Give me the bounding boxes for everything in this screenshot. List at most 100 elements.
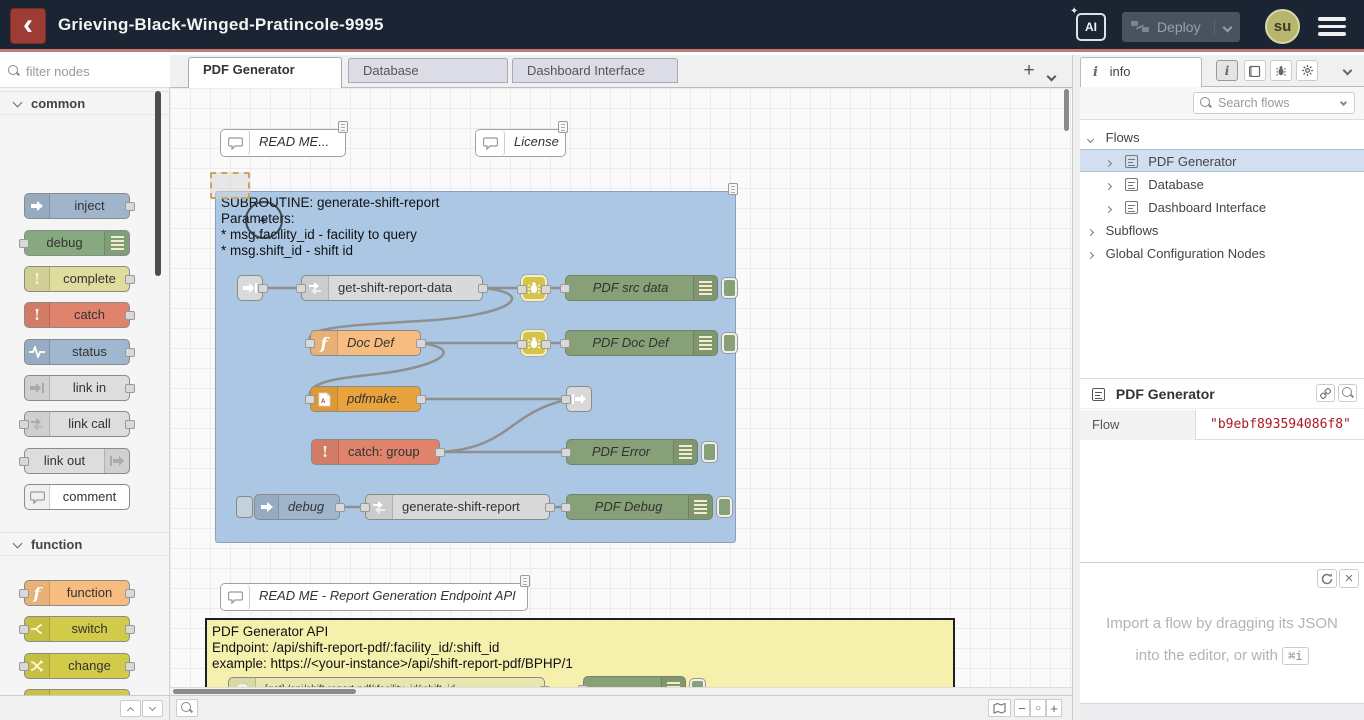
node-doc-def[interactable]: f Doc Def bbox=[310, 330, 421, 356]
canvas-horizontal-scrollbar[interactable] bbox=[170, 687, 1072, 695]
tree-item-dashboard-interface[interactable]: Dashboard Interface bbox=[1080, 196, 1364, 219]
node-pdf-error[interactable]: PDF Error bbox=[566, 439, 698, 465]
app-logo-icon[interactable]: ‹ bbox=[10, 8, 46, 44]
palette-node-link-call[interactable]: link call bbox=[24, 411, 130, 437]
user-avatar[interactable]: su bbox=[1265, 9, 1300, 44]
input-port[interactable] bbox=[19, 420, 29, 429]
input-port[interactable] bbox=[561, 503, 571, 512]
main-menu-button[interactable] bbox=[1318, 17, 1346, 37]
palette-scrollbar[interactable] bbox=[155, 91, 161, 276]
tree-flows[interactable]: Flows bbox=[1080, 126, 1364, 149]
palette-node-inject[interactable]: inject bbox=[24, 193, 130, 219]
output-port[interactable] bbox=[416, 395, 426, 404]
scrollbar-thumb[interactable] bbox=[173, 689, 356, 694]
deploy-dropdown[interactable] bbox=[1214, 19, 1231, 35]
input-port[interactable] bbox=[517, 340, 527, 349]
input-port[interactable] bbox=[561, 448, 571, 457]
palette-category-function[interactable]: function bbox=[0, 532, 170, 556]
flow-canvas[interactable]: SUBROUTINE: generate-shift-report Parame… bbox=[170, 88, 1072, 695]
tree-subflows[interactable]: Subflows bbox=[1080, 219, 1364, 242]
node-link-out[interactable] bbox=[566, 386, 592, 412]
canvas-vertical-scrollbar[interactable] bbox=[1064, 89, 1069, 131]
palette-category-common[interactable]: common bbox=[0, 91, 170, 115]
node-pdf-doc-def[interactable]: PDF Doc Def bbox=[565, 330, 718, 356]
copy-link-button[interactable] bbox=[1316, 384, 1335, 402]
input-port[interactable] bbox=[517, 285, 527, 294]
output-port[interactable] bbox=[125, 311, 135, 320]
sidebar-help-button[interactable] bbox=[1244, 60, 1266, 81]
input-port[interactable] bbox=[360, 503, 370, 512]
output-port[interactable] bbox=[125, 384, 135, 393]
zoom-out-button[interactable]: − bbox=[1014, 699, 1030, 717]
zoom-in-button[interactable]: + bbox=[1046, 699, 1062, 717]
palette-node-status[interactable]: status bbox=[24, 339, 130, 365]
palette-node-link-out[interactable]: link out bbox=[24, 448, 130, 474]
zoom-reset-button[interactable]: ○ bbox=[1030, 699, 1046, 717]
output-port[interactable] bbox=[125, 348, 135, 357]
sidebar-info-button[interactable]: i bbox=[1216, 60, 1238, 81]
node-trace-bug-2[interactable] bbox=[521, 330, 547, 356]
debug-toggle-button[interactable] bbox=[722, 278, 737, 298]
debug-toggle-button[interactable] bbox=[722, 333, 737, 353]
close-icon[interactable]: × bbox=[1339, 569, 1359, 588]
canvas-search-button[interactable] bbox=[176, 699, 198, 717]
input-port[interactable] bbox=[305, 395, 315, 404]
node-readme-top[interactable]: READ ME... bbox=[220, 129, 346, 157]
palette-filter[interactable]: filter nodes bbox=[0, 55, 170, 88]
output-port[interactable] bbox=[335, 503, 345, 512]
palette-node-comment[interactable]: comment bbox=[24, 484, 130, 510]
tab-info[interactable]: i info bbox=[1080, 57, 1202, 87]
palette-node-debug[interactable]: debug bbox=[24, 230, 130, 256]
tree-item-pdf-generator[interactable]: PDF Generator bbox=[1080, 149, 1364, 172]
output-port[interactable] bbox=[125, 625, 135, 634]
input-port[interactable] bbox=[560, 284, 570, 293]
node-inject-debug[interactable]: debug bbox=[254, 494, 340, 520]
output-port[interactable] bbox=[541, 340, 551, 349]
output-port[interactable] bbox=[125, 589, 135, 598]
node-pdf-debug[interactable]: PDF Debug bbox=[566, 494, 713, 520]
input-port[interactable] bbox=[19, 625, 29, 634]
debug-toggle-button[interactable] bbox=[702, 442, 717, 462]
tab-pdf-generator[interactable]: PDF Generator bbox=[188, 57, 342, 88]
palette-node-switch[interactable]: switch bbox=[24, 616, 130, 642]
property-value[interactable]: "b9ebf893594086f8" bbox=[1196, 410, 1364, 440]
node-pdfmake[interactable]: A pdfmake. bbox=[310, 386, 421, 412]
sidebar-config-button[interactable] bbox=[1296, 60, 1318, 81]
output-port[interactable] bbox=[125, 275, 135, 284]
node-catch-group[interactable]: ! catch: group bbox=[311, 439, 440, 465]
output-port[interactable] bbox=[125, 420, 135, 429]
palette-node-complete[interactable]: ! complete bbox=[24, 266, 130, 292]
node-get-shift-report-data[interactable]: get-shift-report-data bbox=[301, 275, 483, 301]
tab-database[interactable]: Database bbox=[348, 58, 508, 83]
output-port[interactable] bbox=[545, 503, 555, 512]
input-port[interactable] bbox=[19, 662, 29, 671]
output-port[interactable] bbox=[478, 284, 488, 293]
sidebar-menu-dropdown[interactable] bbox=[1336, 60, 1358, 81]
input-port[interactable] bbox=[305, 339, 315, 348]
tree-global-config[interactable]: Global Configuration Nodes bbox=[1080, 242, 1364, 265]
search-node-button[interactable] bbox=[1338, 384, 1357, 402]
palette-node-catch[interactable]: ! catch bbox=[24, 302, 130, 328]
node-pdf-src-data[interactable]: PDF src data bbox=[565, 275, 718, 301]
node-readme-bottom[interactable]: READ ME - Report Generation Endpoint API bbox=[220, 583, 528, 611]
output-port[interactable] bbox=[125, 662, 135, 671]
node-link-in[interactable] bbox=[237, 275, 263, 301]
node-generate-shift-report[interactable]: generate-shift-report bbox=[365, 494, 550, 520]
ai-assistant-button[interactable]: AI bbox=[1076, 13, 1106, 41]
sidebar-splitter[interactable] bbox=[1072, 55, 1080, 720]
minimap-button[interactable] bbox=[988, 699, 1011, 717]
output-port[interactable] bbox=[541, 285, 551, 294]
refresh-button[interactable] bbox=[1317, 569, 1337, 588]
input-port[interactable] bbox=[19, 239, 29, 248]
node-license[interactable]: License bbox=[475, 129, 566, 157]
tab-dashboard-interface[interactable]: Dashboard Interface bbox=[512, 58, 678, 83]
palette-node-function[interactable]: f function bbox=[24, 580, 130, 606]
node-trace-bug-1[interactable] bbox=[521, 275, 547, 301]
input-port[interactable] bbox=[19, 457, 29, 466]
palette-node-change[interactable]: change bbox=[24, 653, 130, 679]
deploy-button[interactable]: Deploy bbox=[1122, 12, 1240, 42]
output-port[interactable] bbox=[258, 284, 268, 293]
input-port[interactable] bbox=[19, 589, 29, 598]
palette-node-link-in[interactable]: link in bbox=[24, 375, 130, 401]
sidebar-debug-button[interactable] bbox=[1270, 60, 1292, 81]
